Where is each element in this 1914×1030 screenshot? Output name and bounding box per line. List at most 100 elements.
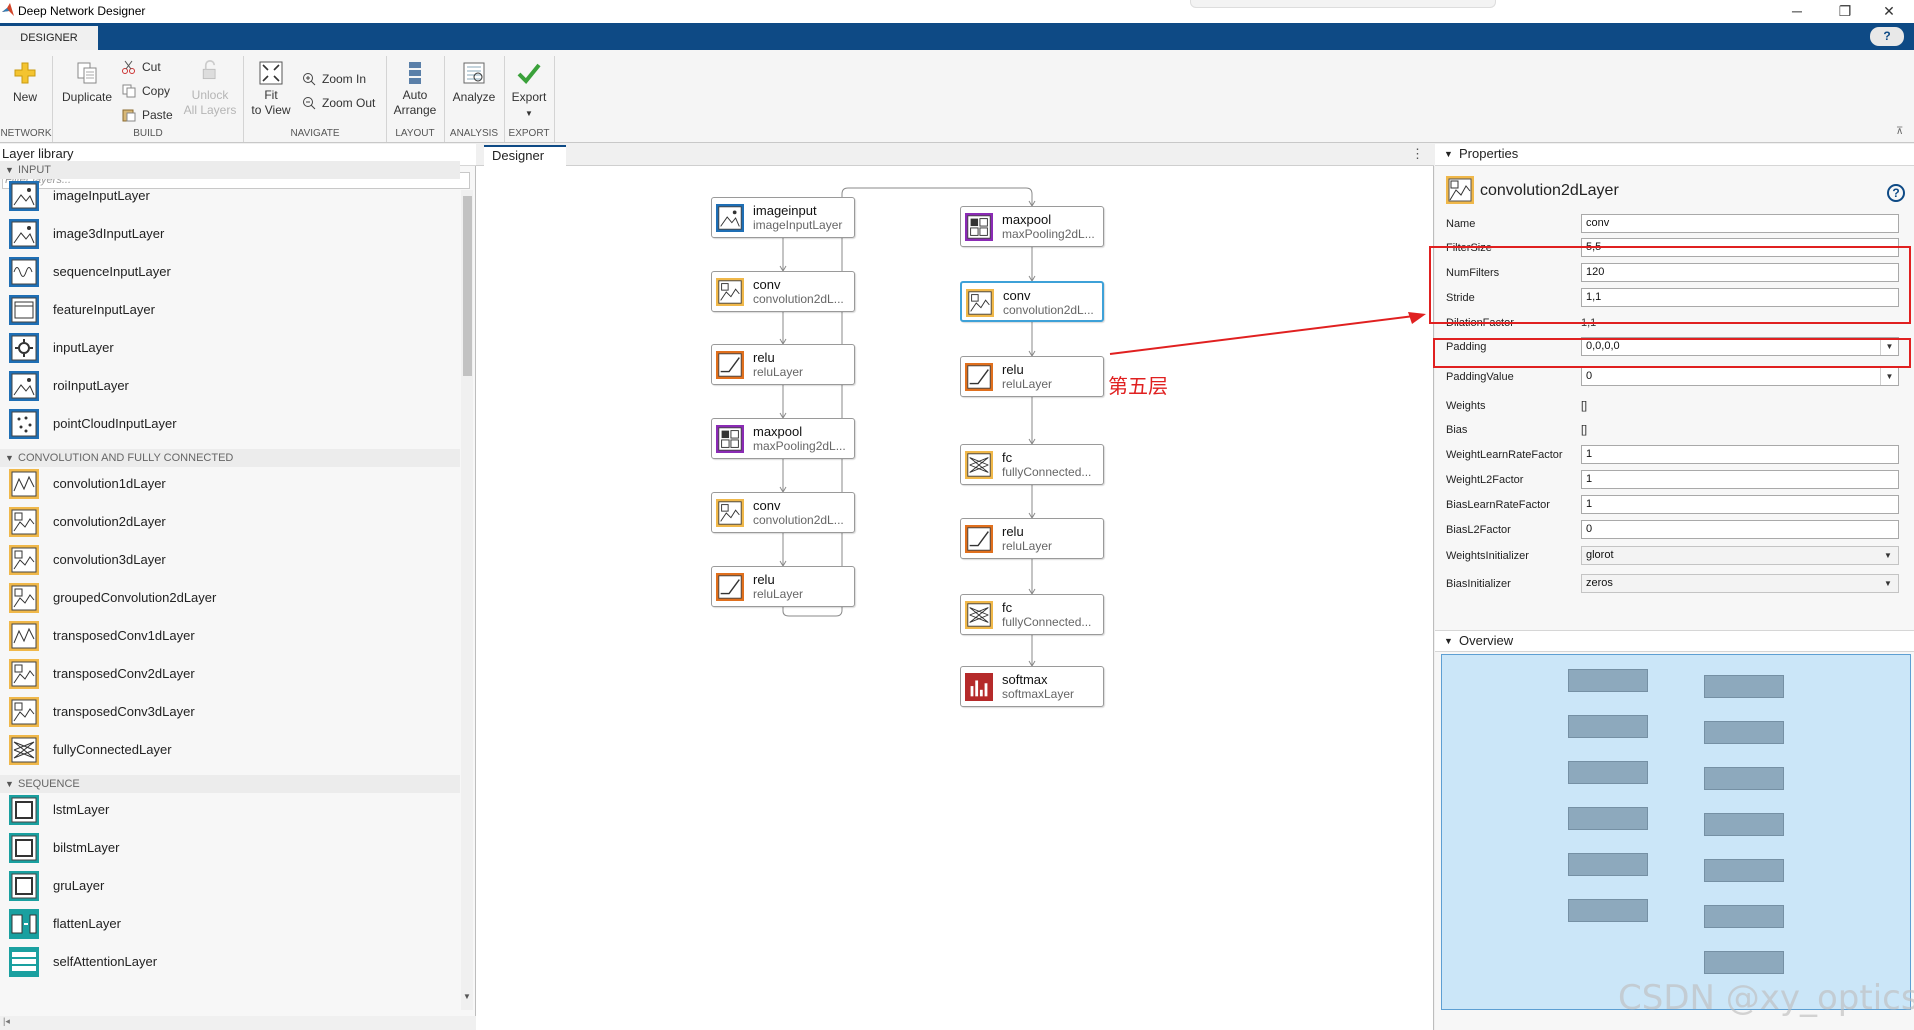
conv2d-layer-icon <box>1446 176 1474 204</box>
prop-field-biasl2factor[interactable]: 0 <box>1581 520 1899 539</box>
maximize-button[interactable]: ❐ <box>1822 0 1868 23</box>
new-button[interactable]: New <box>6 60 44 105</box>
layer-node-conv[interactable]: conv convolution2dL... <box>711 271 855 312</box>
library-item[interactable]: convolution3dLayer <box>0 541 460 579</box>
duplicate-button[interactable]: Duplicate <box>60 60 114 105</box>
zoom-in-button[interactable]: Zoom In <box>302 70 366 88</box>
library-item[interactable]: flattenLayer <box>0 905 460 943</box>
library-item[interactable]: convolution1dLayer <box>0 465 460 503</box>
node-name: maxpool <box>1002 212 1052 227</box>
layer-node-conv[interactable]: conv convolution2dL... <box>711 492 855 533</box>
layer-node-relu[interactable]: relu reluLayer <box>960 356 1104 397</box>
highlight-box-padding <box>1433 338 1911 368</box>
library-item[interactable]: roiInputLayer <box>0 367 460 405</box>
library-item[interactable]: featureInputLayer <box>0 291 460 329</box>
prop-field-weightl2factor[interactable]: 1 <box>1581 470 1899 489</box>
unlock-all-layers-button[interactable]: Unlock All Layers <box>182 60 238 118</box>
collapse-ribbon-icon[interactable]: ⊼ <box>1896 126 1903 137</box>
layer-help-icon[interactable]: ? <box>1887 184 1905 202</box>
library-item[interactable]: transposedConv1dLayer <box>0 617 460 655</box>
layer-node-maxpool[interactable]: maxpool maxPooling2dL... <box>711 418 855 459</box>
watermark: CSDN @xy_optics <box>1618 978 1914 1018</box>
chevron-down-icon[interactable]: ▼ <box>1880 547 1896 564</box>
library-item[interactable]: imageInputLayer <box>0 177 460 215</box>
scissors-icon <box>122 60 135 74</box>
library-item[interactable]: transposedConv2dLayer <box>0 655 460 693</box>
node-type: fullyConnected... <box>1002 615 1092 629</box>
library-item[interactable]: convolution2dLayer <box>0 503 460 541</box>
overview-node <box>1568 669 1648 692</box>
library-item[interactable]: selfAttentionLayer <box>0 943 460 981</box>
tab-designer[interactable]: DESIGNER <box>0 26 98 50</box>
help-button[interactable]: ? <box>1870 27 1904 46</box>
overview-minimap[interactable] <box>1441 654 1911 1010</box>
library-item[interactable]: transposedConv3dLayer <box>0 693 460 731</box>
prop-value-name: conv <box>1586 217 1610 229</box>
overview-header[interactable]: ▼ Overview <box>1435 630 1914 652</box>
collapse-triangle-icon: ▼ <box>1444 149 1453 159</box>
library-item[interactable]: inputLayer <box>0 329 460 367</box>
copy-button[interactable]: Copy <box>122 82 170 100</box>
analyze-button[interactable]: Analyze <box>448 60 500 105</box>
node-name: conv <box>753 277 781 292</box>
fit-to-view-button[interactable]: Fit to View <box>248 60 294 118</box>
node-type: maxPooling2dL... <box>1002 227 1095 241</box>
scroll-left-icon[interactable]: |◂ <box>3 1016 10 1027</box>
library-item[interactable]: lstmLayer <box>0 791 460 829</box>
library-item[interactable]: fullyConnectedLayer <box>0 731 460 769</box>
library-item-label: flattenLayer <box>53 916 121 931</box>
library-item[interactable]: pointCloudInputLayer <box>0 405 460 443</box>
layer-node-relu[interactable]: relu reluLayer <box>711 344 855 385</box>
new-label: New <box>12 90 37 104</box>
paste-button[interactable]: Paste <box>122 106 173 124</box>
layer-conv2d-icon <box>9 583 39 613</box>
layer-node-fc[interactable]: fc fullyConnected... <box>960 444 1104 485</box>
layer-node-softmax[interactable]: softmax softmaxLayer <box>960 666 1104 707</box>
node-type: imageInputLayer <box>753 218 843 232</box>
library-item[interactable]: bilstmLayer <box>0 829 460 867</box>
prop-label-weightlearnratefactor: WeightLearnRateFactor <box>1446 449 1563 461</box>
layer-node-fc[interactable]: fc fullyConnected... <box>960 594 1104 635</box>
scroll-down-icon[interactable]: ▼ <box>463 992 471 1001</box>
network-connections <box>779 187 1036 667</box>
library-hscrollbar[interactable]: |◂ <box>0 1016 476 1030</box>
minimize-button[interactable]: ─ <box>1774 0 1820 23</box>
prop-value-weightlearnratefactor: 1 <box>1586 448 1593 460</box>
unlock-label-line1: Unlock <box>191 88 229 102</box>
layer-node-relu[interactable]: relu reluLayer <box>960 518 1104 559</box>
layer-node-relu[interactable]: relu reluLayer <box>711 566 855 607</box>
library-item[interactable]: gruLayer <box>0 867 460 905</box>
library-scrollbar-thumb[interactable] <box>463 196 472 376</box>
layer-node-maxpool[interactable]: maxpool maxPooling2dL... <box>960 206 1104 247</box>
prop-field-weightlearnratefactor[interactable]: 1 <box>1581 445 1899 464</box>
chevron-down-icon[interactable]: ▼ <box>1880 575 1896 592</box>
cut-button[interactable]: Cut <box>122 58 161 76</box>
auto-arrange-button[interactable]: Auto Arrange <box>390 60 440 118</box>
prop-label-biaslearnratefactor: BiasLearnRateFactor <box>1446 499 1550 511</box>
zoom-in-label: Zoom In <box>322 72 367 86</box>
prop-field-name[interactable]: conv <box>1581 214 1899 233</box>
prop-field-biaslearnratefactor[interactable]: 1 <box>1581 495 1899 514</box>
close-button[interactable]: ✕ <box>1866 0 1912 23</box>
properties-header[interactable]: ▼ Properties <box>1435 144 1914 166</box>
designer-canvas[interactable]: Designer ⋮ imageinput imageInputLayer conv… <box>476 144 1434 1030</box>
prop-field-paddingvalue[interactable]: 0 ▼ <box>1581 367 1899 386</box>
layer-node-imageinput[interactable]: imageinput imageInputLayer <box>711 197 855 238</box>
prop-value-biasl2factor: 0 <box>1586 523 1593 535</box>
group-label-layout: LAYOUT <box>395 128 435 139</box>
duplicate-icon <box>77 62 97 84</box>
prop-field-weightsinitializer[interactable]: glorot ▼ <box>1581 546 1899 565</box>
layer-node-conv[interactable]: conv convolution2dL... <box>960 281 1104 322</box>
chevron-down-icon[interactable]: ▼ <box>1880 368 1898 385</box>
library-item[interactable]: image3dInputLayer <box>0 215 460 253</box>
export-button[interactable]: Export ▼ <box>508 60 550 121</box>
node-type: reluLayer <box>1002 377 1053 391</box>
chevron-down-icon: ▼ <box>525 109 533 118</box>
library-item[interactable]: sequenceInputLayer <box>0 253 460 291</box>
zoom-out-button[interactable]: Zoom Out <box>302 94 375 112</box>
group-label-build: BUILD <box>133 128 163 139</box>
library-scrollbar[interactable] <box>461 190 473 1010</box>
overview-node <box>1704 951 1784 974</box>
library-item[interactable]: groupedConvolution2dLayer <box>0 579 460 617</box>
prop-field-biasinitializer[interactable]: zeros ▼ <box>1581 574 1899 593</box>
